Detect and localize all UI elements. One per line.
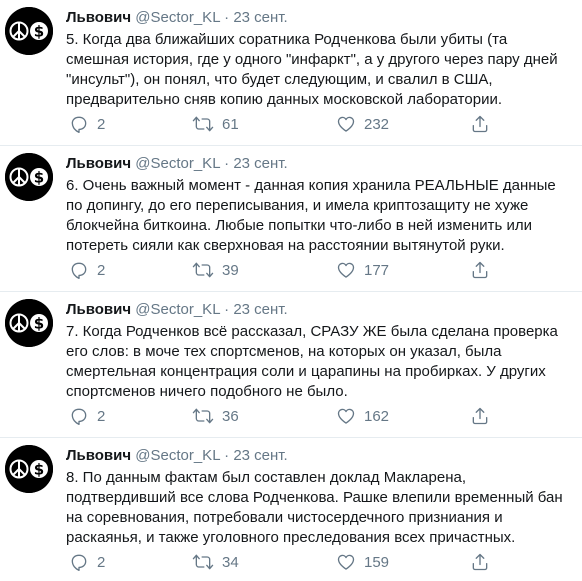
- author-handle[interactable]: @Sector_KL: [135, 155, 220, 172]
- tweet[interactable]: $ Львович @Sector_KL · 23 сент. 8. По да…: [0, 438, 582, 581]
- tweet-text: 6. Очень важный момент - данная копия хр…: [66, 177, 556, 254]
- heart-icon: [337, 262, 355, 278]
- tweet-date[interactable]: 23 сент.: [233, 301, 287, 318]
- tweet[interactable]: $ Львович @Sector_KL · 23 сент. 5. Когда…: [0, 0, 582, 146]
- like-button[interactable]: 232: [336, 113, 389, 135]
- svg-text:$: $: [34, 461, 44, 479]
- separator-dot: ·: [224, 301, 230, 318]
- heart-icon: [337, 116, 355, 132]
- tweet-text: 8. По данным фактам был составлен доклад…: [66, 469, 563, 546]
- reply-button[interactable]: 2: [69, 113, 105, 135]
- peace-dollar-avatar-icon: $: [5, 153, 53, 201]
- separator-dot: ·: [224, 9, 230, 26]
- like-count: 159: [364, 553, 390, 571]
- like-count: 162: [364, 407, 390, 425]
- svg-text:$: $: [34, 169, 44, 187]
- retweet-icon: [192, 408, 214, 424]
- tweet-date[interactable]: 23 сент.: [233, 9, 287, 26]
- tweet-content: Львович @Sector_KL · 23 сент. 6. Очень в…: [66, 154, 574, 256]
- tweet-text: 5. Когда два ближайших соратника Родченк…: [66, 31, 558, 108]
- svg-text:$: $: [34, 23, 44, 41]
- reply-button[interactable]: 2: [69, 405, 105, 427]
- share-icon: [472, 115, 488, 133]
- peace-dollar-avatar-icon: $: [5, 445, 53, 493]
- avatar[interactable]: $: [5, 445, 53, 493]
- share-icon: [472, 553, 488, 571]
- retweet-button[interactable]: 39: [192, 259, 239, 281]
- peace-dollar-avatar-icon: $: [5, 7, 53, 55]
- author-name[interactable]: Львович: [66, 9, 131, 26]
- retweet-count: 36: [222, 407, 239, 425]
- share-icon: [472, 261, 488, 279]
- retweet-count: 34: [222, 553, 239, 571]
- tweet-feed: $ Львович @Sector_KL · 23 сент. 5. Когда…: [0, 0, 582, 581]
- avatar[interactable]: $: [5, 299, 53, 347]
- reply-icon: [71, 116, 87, 133]
- svg-text:$: $: [34, 315, 44, 333]
- like-count: 232: [364, 115, 390, 133]
- tweet-header: Львович @Sector_KL · 23 сент.: [66, 446, 574, 466]
- separator-dot: ·: [224, 155, 230, 172]
- like-button[interactable]: 159: [336, 551, 389, 573]
- retweet-icon: [192, 554, 214, 570]
- tweet-content: Львович @Sector_KL · 23 сент. 8. По данн…: [66, 446, 574, 548]
- tweet-actions: 2 39 177: [66, 259, 536, 281]
- avatar[interactable]: $: [5, 7, 53, 55]
- author-handle[interactable]: @Sector_KL: [135, 9, 220, 26]
- retweet-icon: [192, 262, 214, 278]
- separator-dot: ·: [224, 447, 230, 464]
- heart-icon: [337, 554, 355, 570]
- tweet-header: Львович @Sector_KL · 23 сент.: [66, 8, 574, 28]
- reply-count: 2: [97, 553, 106, 571]
- tweet-header: Львович @Sector_KL · 23 сент.: [66, 154, 574, 174]
- tweet-date[interactable]: 23 сент.: [233, 447, 287, 464]
- author-handle[interactable]: @Sector_KL: [135, 447, 220, 464]
- like-count: 177: [364, 261, 390, 279]
- tweet[interactable]: $ Львович @Sector_KL · 23 сент. 6. Очень…: [0, 146, 582, 292]
- reply-button[interactable]: 2: [69, 259, 105, 281]
- author-handle[interactable]: @Sector_KL: [135, 301, 220, 318]
- author-name[interactable]: Львович: [66, 155, 131, 172]
- retweet-count: 39: [222, 261, 239, 279]
- reply-icon: [71, 262, 87, 279]
- avatar[interactable]: $: [5, 153, 53, 201]
- reply-count: 2: [97, 407, 106, 425]
- reply-count: 2: [97, 261, 106, 279]
- tweet-text: 7. Когда Родченков всё рассказал, СРАЗУ …: [66, 323, 558, 400]
- share-button[interactable]: [470, 551, 490, 573]
- share-button[interactable]: [470, 405, 490, 427]
- tweet-content: Львович @Sector_KL · 23 сент. 7. Когда Р…: [66, 300, 574, 402]
- reply-icon: [71, 408, 87, 425]
- retweet-button[interactable]: 36: [192, 405, 239, 427]
- tweet-header: Львович @Sector_KL · 23 сент.: [66, 300, 574, 320]
- retweet-count: 61: [222, 115, 239, 133]
- peace-dollar-avatar-icon: $: [5, 299, 53, 347]
- reply-icon: [71, 554, 87, 571]
- tweet-content: Львович @Sector_KL · 23 сент. 5. Когда д…: [66, 8, 574, 110]
- share-icon: [472, 407, 488, 425]
- author-name[interactable]: Львович: [66, 301, 131, 318]
- reply-button[interactable]: 2: [69, 551, 105, 573]
- like-button[interactable]: 162: [336, 405, 389, 427]
- like-button[interactable]: 177: [336, 259, 389, 281]
- heart-icon: [337, 408, 355, 424]
- retweet-icon: [192, 116, 214, 132]
- retweet-button[interactable]: 61: [192, 113, 239, 135]
- retweet-button[interactable]: 34: [192, 551, 239, 573]
- tweet[interactable]: $ Львович @Sector_KL · 23 сент. 7. Когда…: [0, 292, 582, 438]
- tweet-date[interactable]: 23 сент.: [233, 155, 287, 172]
- tweet-actions: 2 36 162: [66, 405, 536, 427]
- share-button[interactable]: [470, 259, 490, 281]
- author-name[interactable]: Львович: [66, 447, 131, 464]
- share-button[interactable]: [470, 113, 490, 135]
- tweet-actions: 2 34 159: [66, 551, 536, 573]
- tweet-actions: 2 61 232: [66, 113, 536, 135]
- reply-count: 2: [97, 115, 106, 133]
